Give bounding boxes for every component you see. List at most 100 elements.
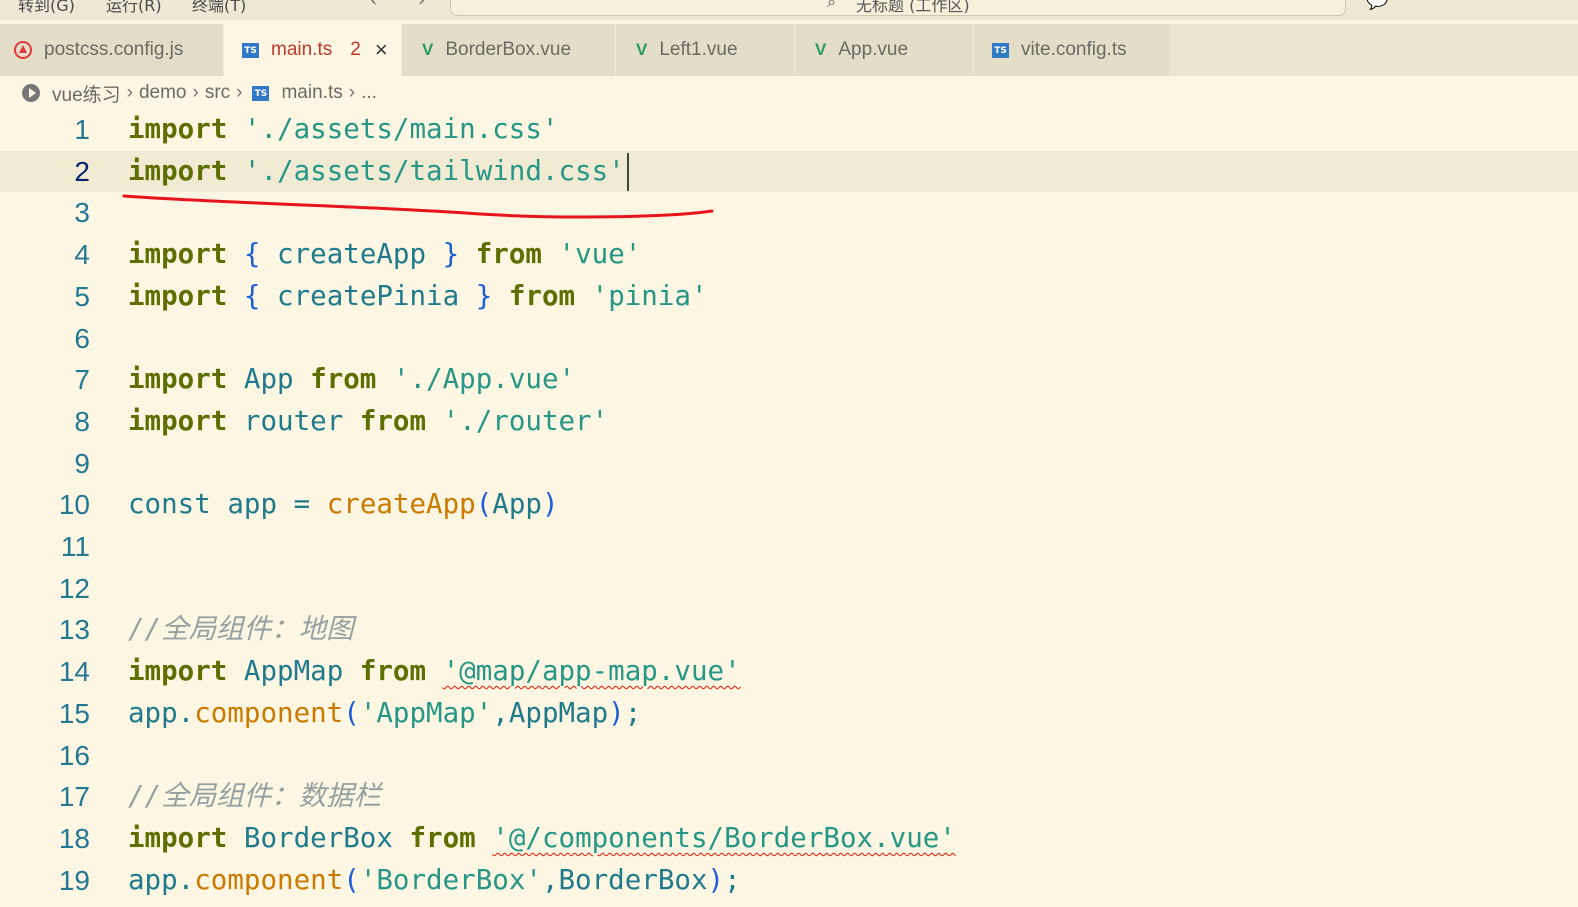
code-line[interactable]: 1 import './assets/main.css'	[0, 109, 1578, 151]
line-number: 9	[74, 447, 90, 479]
code-token: './assets/main.css'	[243, 113, 559, 145]
problems-count-badge: 2	[350, 39, 361, 60]
menu-item-goto[interactable]: 转到(G)	[18, 0, 75, 16]
tab-left1-vue[interactable]: V Left1.vue	[616, 24, 795, 76]
code-line[interactable]: 14 import AppMap from '@map/app-map.vue'	[0, 651, 1578, 693]
breadcrumb-item-src[interactable]: src	[205, 82, 230, 104]
code-line[interactable]: 2 import './assets/tailwind.css'	[0, 150, 1578, 193]
code-line[interactable]: 16	[0, 735, 1578, 777]
forward-arrow-icon[interactable]: ›	[418, 0, 425, 11]
code-text: import { createPinia } from 'pinia'	[128, 276, 708, 318]
line-number: 8	[74, 405, 90, 437]
workspace-title: 无标题 (工作区)	[856, 0, 970, 15]
vue-icon: V	[636, 40, 648, 59]
code-line[interactable]: 11	[0, 526, 1578, 568]
line-number: 14	[58, 656, 90, 688]
code-token: import	[128, 821, 228, 854]
tab-borderbox-vue[interactable]: V BorderBox.vue	[402, 24, 616, 76]
code-token: const	[128, 488, 211, 521]
code-line[interactable]: 5 import { createPinia } from 'pinia'	[0, 276, 1578, 318]
command-center-search[interactable]: ⌕ 无标题 (工作区)	[450, 0, 1346, 16]
code-token: './router'	[442, 404, 609, 437]
chat-icon[interactable]: 💬	[1366, 0, 1388, 11]
code-line[interactable]: 8 import router from './router'	[0, 401, 1578, 443]
chevron-right-icon: ›	[348, 82, 356, 103]
breadcrumb-item-symbols[interactable]: ...	[361, 82, 377, 104]
code-line[interactable]: 10 const app = createApp(App)	[0, 484, 1578, 526]
tab-vite-config-ts[interactable]: TS vite.config.ts	[974, 24, 1170, 76]
code-token: import	[128, 655, 228, 688]
code-text: import { createApp } from 'vue'	[128, 234, 641, 276]
typescript-icon: TS	[242, 42, 259, 58]
code-token: './App.vue'	[392, 363, 576, 396]
error-token: '@/components/BorderBox.vue'	[492, 821, 956, 854]
code-line[interactable]: 4 import { createApp } from 'vue'	[0, 234, 1578, 276]
typescript-icon: TS	[992, 42, 1009, 58]
breadcrumb-item-demo[interactable]: demo	[139, 82, 187, 104]
line-number: 15	[58, 697, 90, 729]
close-icon[interactable]: ×	[375, 37, 388, 63]
code-text: app.component('AppMap',AppMap);	[128, 693, 641, 735]
code-line[interactable]: 12	[0, 568, 1578, 610]
code-line[interactable]: 9	[0, 443, 1578, 485]
tab-label: postcss.config.js	[44, 39, 184, 60]
line-number: 7	[74, 364, 90, 396]
code-line[interactable]: 13 //全局组件：地图	[0, 609, 1578, 651]
code-token: app	[128, 863, 178, 896]
code-text: //全局组件：地图	[128, 609, 354, 651]
code-token: {	[243, 279, 261, 312]
breadcrumb-item-workspace[interactable]: vue练习	[52, 80, 121, 107]
code-text: import './assets/main.css'	[128, 109, 558, 151]
line-number: 10	[58, 489, 90, 521]
editor-tab-bar: postcss.config.js TS main.ts 2 × V Borde…	[0, 24, 1578, 76]
code-text: import './assets/tailwind.css'	[128, 151, 629, 193]
code-editor[interactable]: 1 import './assets/main.css' 2 import './as…	[0, 109, 1578, 907]
code-token: {	[243, 238, 261, 271]
code-line[interactable]: 3	[0, 192, 1578, 234]
code-token: BorderBox	[243, 821, 393, 854]
code-text: import router from './router'	[128, 401, 608, 443]
code-text: app.component('BorderBox',BorderBox);	[128, 860, 741, 902]
code-token: //全局组件：地图	[128, 613, 354, 646]
code-token: import	[128, 363, 228, 396]
line-number: 4	[74, 239, 90, 271]
code-text: const app = createApp(App)	[128, 484, 559, 526]
code-line[interactable]: 7 import App from './App.vue'	[0, 359, 1578, 401]
chevron-right-icon: ›	[126, 82, 133, 103]
code-token: )	[608, 696, 625, 729]
code-token: component	[194, 863, 344, 896]
tab-postcss-config[interactable]: postcss.config.js	[0, 24, 224, 76]
tab-app-vue[interactable]: V App.vue	[795, 24, 974, 76]
back-arrow-icon[interactable]: ‹	[370, 0, 377, 11]
breadcrumb-item-file[interactable]: main.ts	[281, 82, 342, 104]
line-number: 3	[74, 197, 90, 229]
menu-item-terminal[interactable]: 终端(T)	[192, 0, 246, 16]
vue-icon: V	[422, 40, 434, 59]
code-line[interactable]: 17 //全局组件：数据栏	[0, 776, 1578, 818]
code-line[interactable]: 18 import BorderBox from '@/components/Bo…	[0, 818, 1578, 860]
code-line[interactable]: 6	[0, 318, 1578, 360]
line-number: 5	[74, 280, 90, 312]
code-line[interactable]: 15 app.component('AppMap',AppMap);	[0, 693, 1578, 735]
menu-item-run[interactable]: 运行(R)	[106, 0, 162, 16]
code-token: (	[343, 863, 360, 896]
code-token: import	[128, 404, 228, 437]
code-token: from	[359, 404, 427, 437]
code-token: //全局组件：数据栏	[128, 780, 382, 813]
code-line[interactable]: 19 app.component('BorderBox',BorderBox);	[0, 860, 1578, 902]
code-token: from	[359, 655, 427, 688]
code-token: app	[128, 696, 178, 729]
tab-main-ts[interactable]: TS main.ts 2 ×	[224, 24, 402, 76]
